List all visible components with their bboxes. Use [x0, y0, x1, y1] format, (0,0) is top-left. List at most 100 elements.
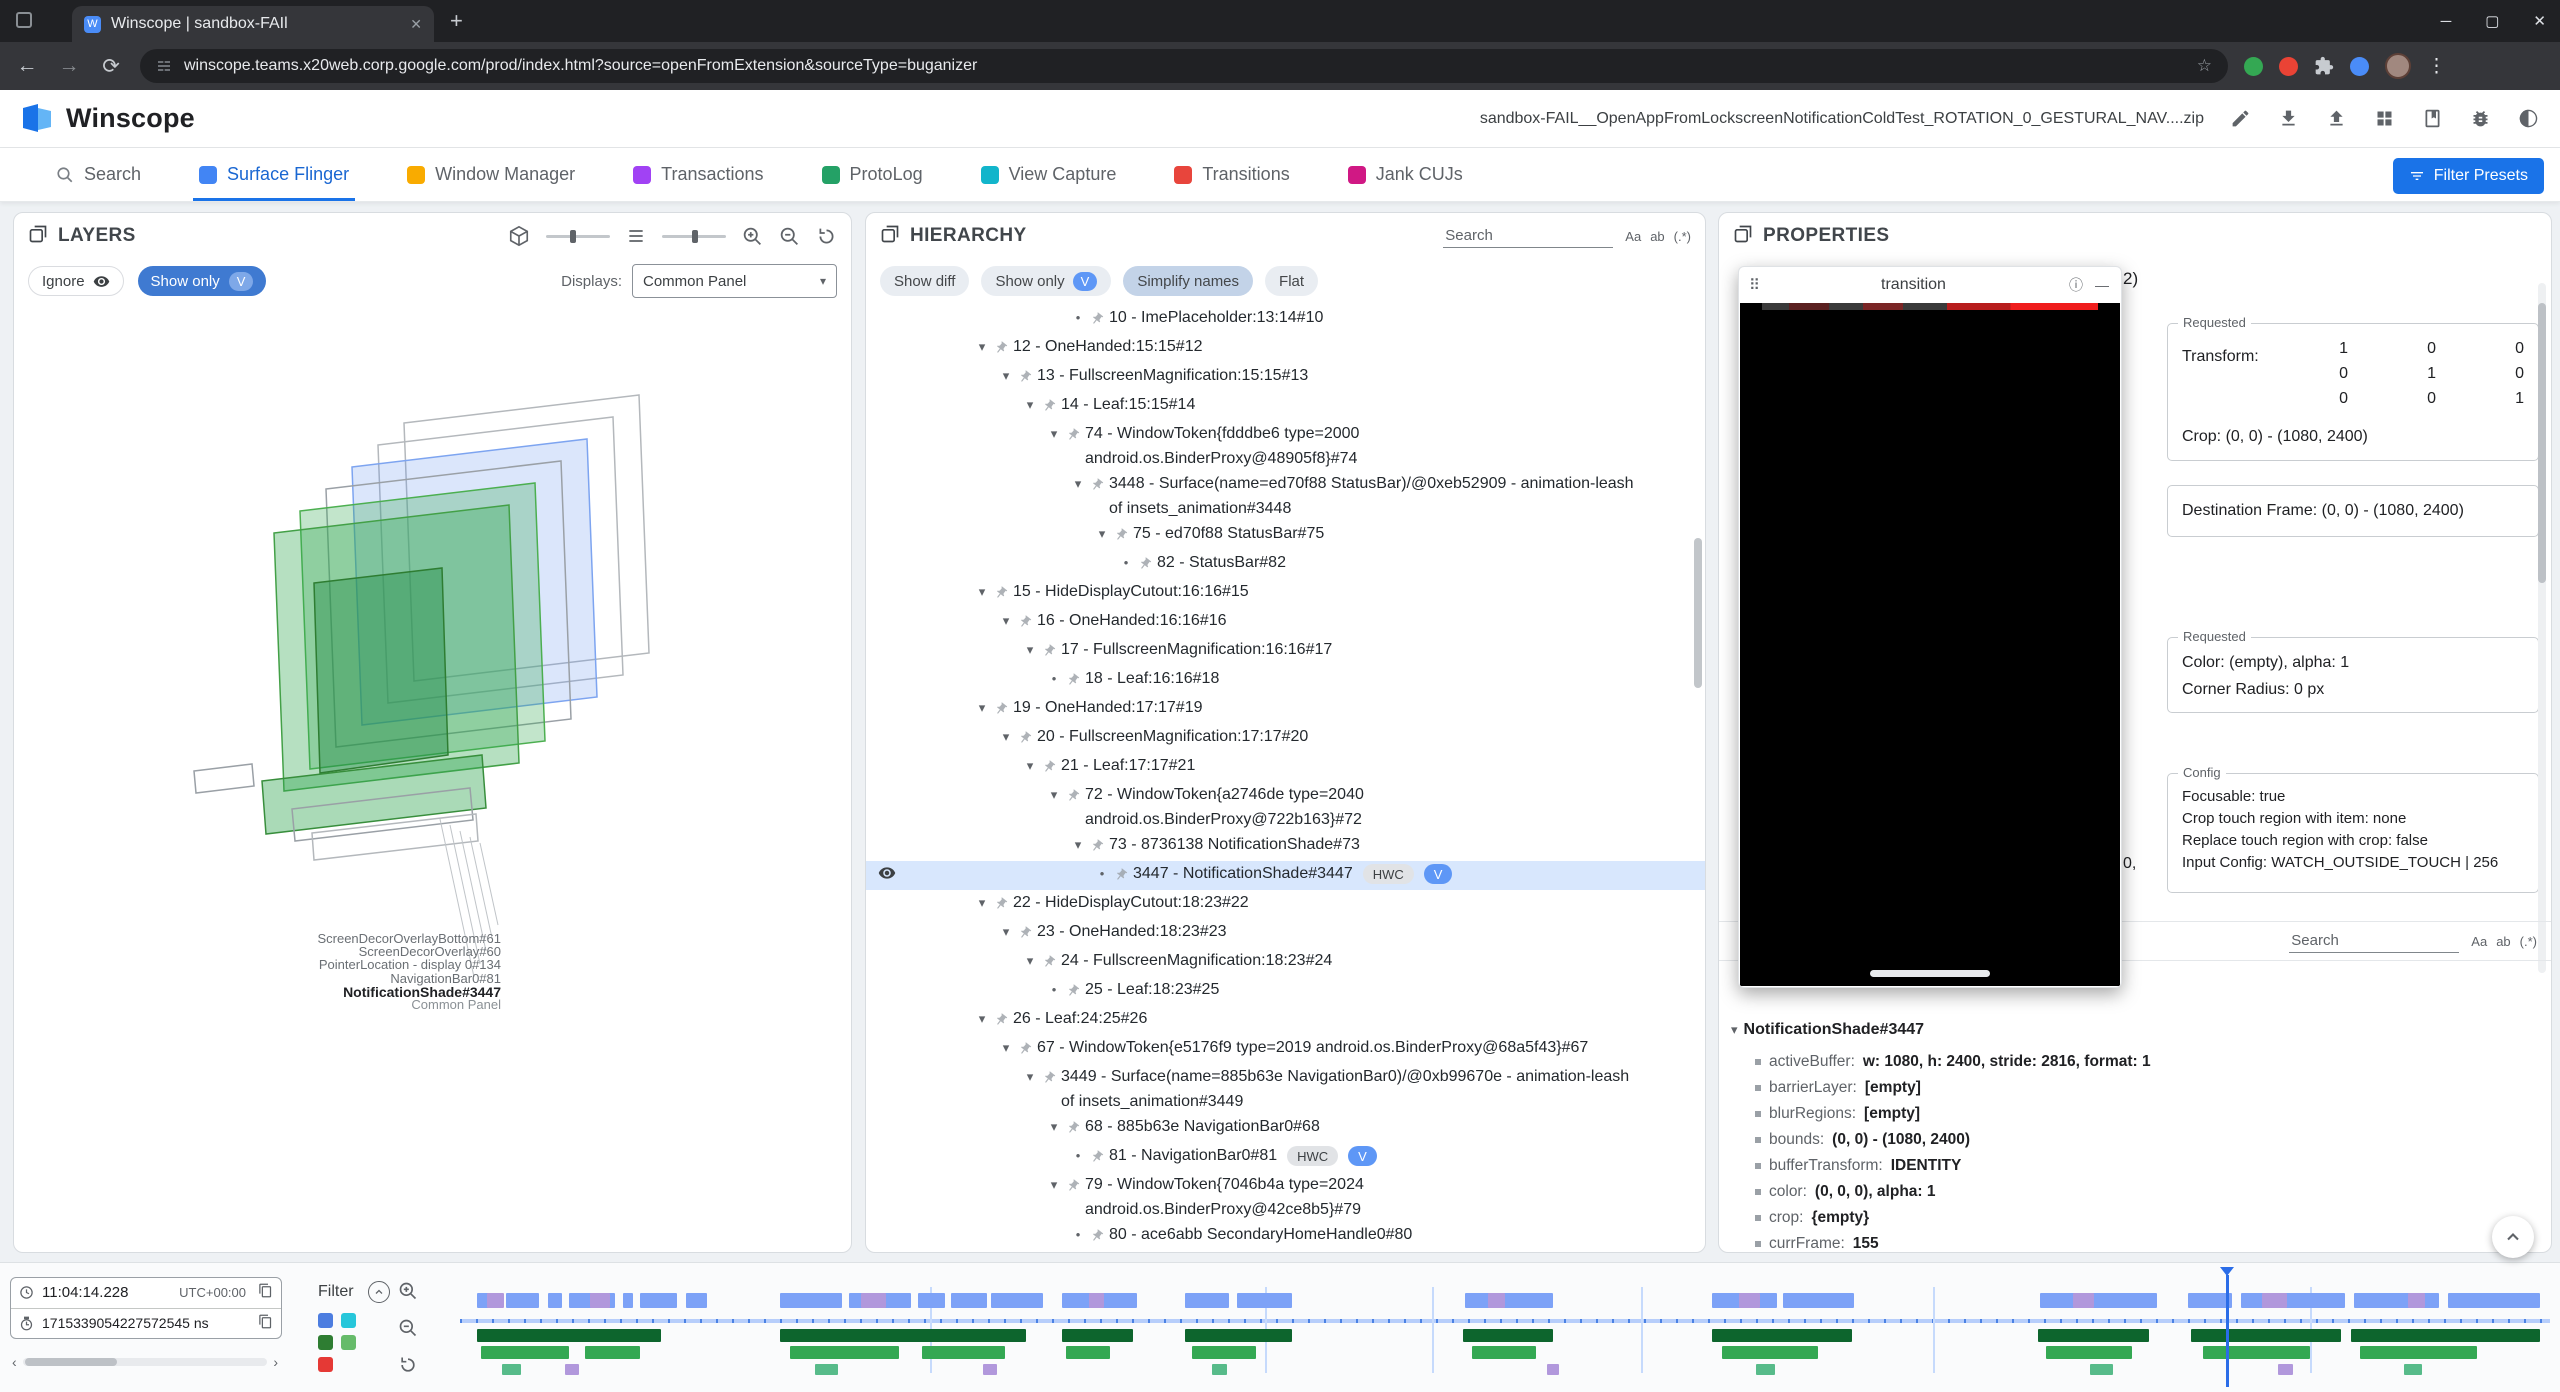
properties-scrollbar[interactable] — [2538, 303, 2546, 583]
expand-arrow-icon[interactable]: ▾ — [1020, 1064, 1040, 1089]
timeline-segment-window-manager[interactable] — [477, 1329, 661, 1342]
timeline-segment-misc-green[interactable] — [2404, 1364, 2423, 1375]
pin-icon[interactable] — [1018, 1039, 1032, 1064]
search-option-ab[interactable]: ab — [2496, 934, 2510, 949]
tab-transactions[interactable]: Transactions — [633, 148, 763, 201]
scroll-right-icon[interactable]: › — [273, 1354, 278, 1370]
tab-transitions[interactable]: Transitions — [1174, 148, 1289, 201]
tree-row[interactable]: •82 - StatusBar#82 — [866, 550, 1705, 579]
search-option-ab[interactable]: ab — [1650, 229, 1664, 244]
collapse-panel-button[interactable] — [2492, 1216, 2534, 1258]
extension-icon-red[interactable] — [2279, 57, 2298, 76]
pin-icon[interactable] — [994, 1010, 1008, 1035]
tree-row[interactable]: ▾3449 - Surface(name=885b63e NavigationB… — [866, 1064, 1705, 1114]
property-item[interactable]: currFrame: 155 — [1731, 1231, 2545, 1252]
displays-select[interactable]: Common Panel ▾ — [632, 264, 837, 298]
edit-icon[interactable] — [2228, 107, 2252, 131]
timeline-segment-surface-flinger[interactable] — [548, 1293, 563, 1308]
property-item[interactable]: bufferTransform: IDENTITY — [1731, 1153, 2545, 1179]
expand-arrow-icon[interactable]: ▾ — [1020, 1251, 1040, 1252]
pin-icon[interactable] — [1090, 1147, 1104, 1172]
tree-row[interactable]: •25 - Leaf:18:23#25 — [866, 977, 1705, 1006]
tree-row[interactable]: •18 - Leaf:16:16#18 — [866, 666, 1705, 695]
timeline-segment-surface-flinger[interactable] — [1237, 1293, 1291, 1308]
tree-row[interactable]: ▾24 - FullscreenMagnification:18:23#24 — [866, 948, 1705, 977]
expand-arrow-icon[interactable]: ▾ — [996, 919, 1016, 944]
pin-icon[interactable] — [1090, 1226, 1104, 1251]
pin-icon[interactable] — [1138, 554, 1152, 579]
timeline-segment-surface-flinger[interactable] — [780, 1293, 843, 1308]
hierarchy-scrollbar[interactable] — [1694, 538, 1702, 688]
tree-row[interactable]: •10 - ImePlaceholder:13:14#10 — [866, 305, 1705, 334]
zoom-out-icon[interactable] — [779, 226, 800, 247]
expand-arrow-icon[interactable]: ▾ — [972, 890, 992, 915]
info-icon[interactable]: ⓘ — [2067, 275, 2085, 295]
tree-row[interactable]: ▾19 - OneHanded:17:17#19 — [866, 695, 1705, 724]
timeline-segment-window-manager[interactable] — [1463, 1329, 1553, 1342]
expand-arrow-icon[interactable]: ▾ — [1020, 392, 1040, 417]
tree-row[interactable]: ▾21 - Leaf:17:17#21 — [866, 753, 1705, 782]
minimize-window-icon[interactable]: — — [2093, 277, 2111, 293]
hierarchy-option-show-diff[interactable]: Show diff — [880, 266, 969, 296]
transitions-trace-icon[interactable] — [318, 1357, 333, 1372]
expand-arrow-icon[interactable]: ▾ — [1044, 1114, 1064, 1139]
pin-icon[interactable] — [1042, 641, 1056, 666]
timeline-segment-transitions[interactable] — [1488, 1293, 1505, 1308]
tree-row[interactable]: ▾3368 - WindowToken{f6b2f60 type=2024 an… — [866, 1251, 1705, 1252]
timeline-segment-transitions[interactable] — [590, 1293, 611, 1308]
layer-label-common-panel[interactable]: Common Panel — [411, 997, 501, 1012]
properties-search-input[interactable] — [2289, 929, 2459, 953]
timeline-segment-transitions[interactable] — [861, 1293, 886, 1308]
timeline-segment-transitions[interactable] — [2408, 1293, 2425, 1308]
expand-arrow-icon[interactable]: ▾ — [1044, 421, 1064, 446]
tree-row[interactable]: ▾14 - Leaf:15:15#14 — [866, 392, 1705, 421]
maximize-icon[interactable]: ▢ — [2485, 12, 2499, 30]
timeline-segment-protolog[interactable] — [1066, 1346, 1110, 1359]
timeline-segment-misc-purple[interactable] — [2278, 1364, 2293, 1375]
tree-row[interactable]: ▾17 - FullscreenMagnification:16:16#17 — [866, 637, 1705, 666]
expand-arrow-icon[interactable]: ▾ — [1020, 948, 1040, 973]
ignore-chip[interactable]: Ignore — [28, 266, 124, 296]
expand-arrow-icon[interactable]: ▾ — [1092, 521, 1112, 546]
property-item[interactable]: color: (0, 0, 0), alpha: 1 — [1731, 1179, 2545, 1205]
new-tab-button[interactable]: + — [450, 10, 463, 32]
pin-icon[interactable] — [1114, 525, 1128, 550]
timeline-segment-window-manager[interactable] — [1712, 1329, 1852, 1342]
expand-arrow-icon[interactable]: ▾ — [1020, 753, 1040, 778]
timeline-segment-misc-purple[interactable] — [983, 1364, 998, 1375]
tree-row[interactable]: ▾13 - FullscreenMagnification:15:15#13 — [866, 363, 1705, 392]
tree-row[interactable]: ▾79 - WindowToken{7046b4a type=2024 andr… — [866, 1172, 1705, 1222]
property-item[interactable]: crop: {empty} — [1731, 1205, 2545, 1231]
timeline-segment-protolog[interactable] — [1722, 1346, 1818, 1359]
property-item[interactable]: blurRegions: [empty] — [1731, 1101, 2545, 1127]
layers-3d-canvas[interactable]: ScreenDecorOverlayBottom#61ScreenDecorOv… — [14, 303, 851, 1252]
timeline-segment-surface-flinger[interactable] — [506, 1293, 539, 1308]
sf-trace-icon[interactable] — [318, 1313, 333, 1328]
timeline-segment-surface-flinger[interactable] — [918, 1293, 945, 1308]
timeline-segment-window-manager[interactable] — [2191, 1329, 2341, 1342]
timeline-segment-transitions[interactable] — [2073, 1293, 2094, 1308]
pin-icon[interactable] — [1018, 612, 1032, 637]
pin-icon[interactable] — [994, 894, 1008, 919]
wm-trace-icon[interactable] — [318, 1335, 333, 1350]
pin-icon[interactable] — [1066, 1118, 1080, 1143]
timeline-segment-misc-purple[interactable] — [1547, 1364, 1560, 1375]
protolog-trace-icon[interactable] — [341, 1335, 356, 1350]
pin-icon[interactable] — [1066, 1176, 1080, 1201]
tab-protolog[interactable]: ProtoLog — [822, 148, 923, 201]
timeline-segment-window-manager[interactable] — [2038, 1329, 2149, 1342]
pin-icon[interactable] — [1018, 367, 1032, 392]
site-settings-icon[interactable] — [156, 58, 172, 74]
tab-search-icon[interactable] — [16, 12, 32, 28]
tree-row[interactable]: ▾15 - HideDisplayCutout:16:16#15 — [866, 579, 1705, 608]
zoom-reset-icon[interactable] — [398, 1355, 418, 1375]
tree-row[interactable]: ▾26 - Leaf:24:25#26 — [866, 1006, 1705, 1035]
pin-icon[interactable] — [1042, 396, 1056, 421]
timeline-segment-protolog[interactable] — [585, 1346, 639, 1359]
timeline-segment-surface-flinger[interactable] — [2448, 1293, 2540, 1308]
expand-arrow-icon[interactable]: ▾ — [996, 363, 1016, 388]
tree-row[interactable]: ▾20 - FullscreenMagnification:17:17#20 — [866, 724, 1705, 753]
timeline-segment-surface-flinger[interactable] — [2354, 1293, 2440, 1308]
minimize-icon[interactable]: ─ — [2441, 13, 2452, 30]
expand-arrow-icon[interactable]: ▾ — [996, 1035, 1016, 1060]
